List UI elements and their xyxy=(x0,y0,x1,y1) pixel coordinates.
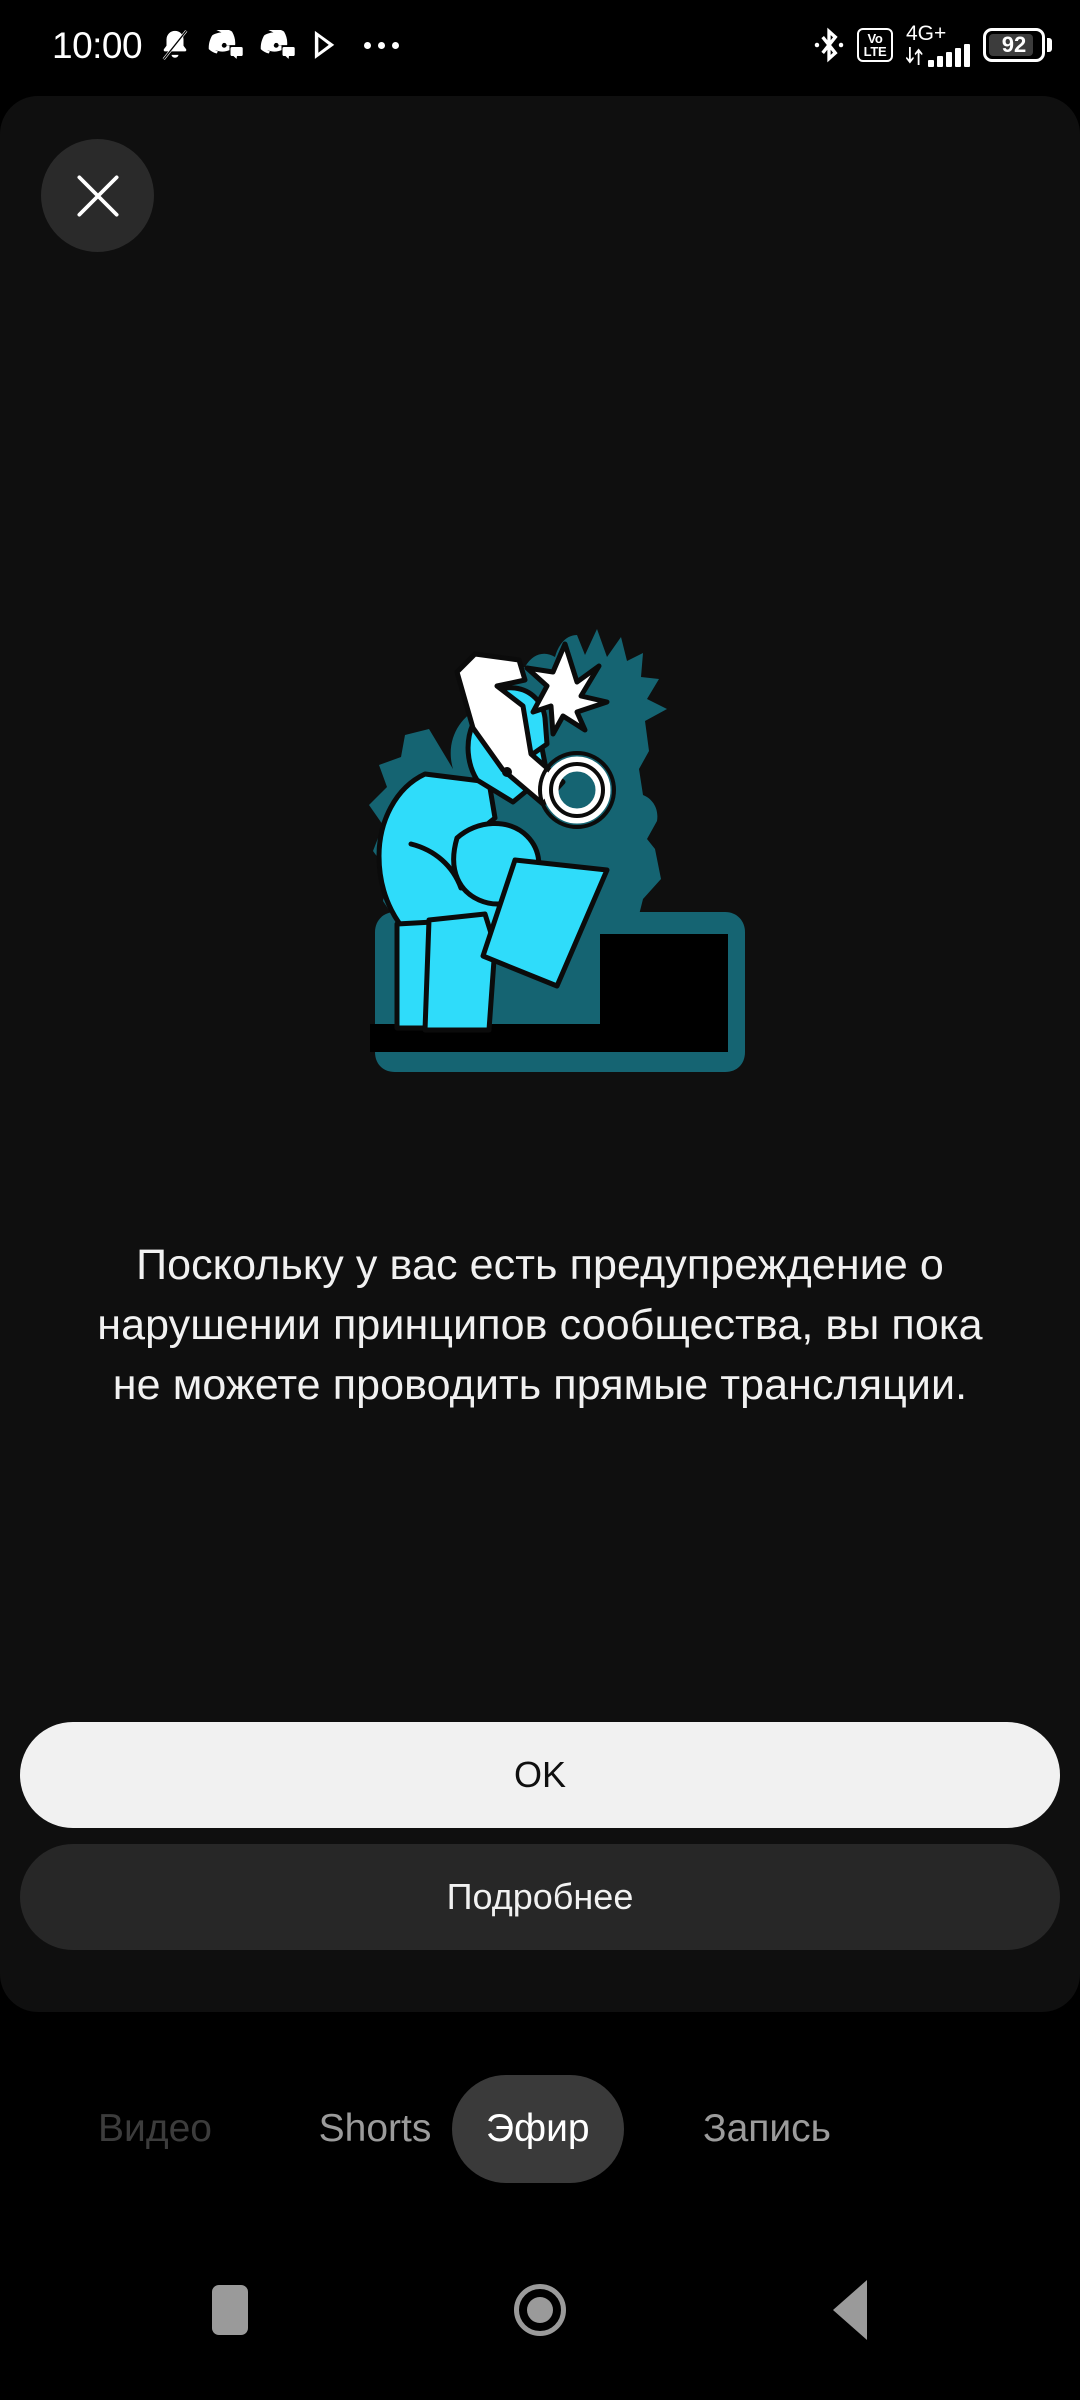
recents-button[interactable] xyxy=(185,2265,275,2355)
volte-icon: Vo LTE xyxy=(857,28,893,62)
phone-screen: 10:00 Vo LTE 4G+ 92 Поскольку у вас есть… xyxy=(0,0,1080,2400)
warning-sheet: Поскольку у вас есть предупреждение о на… xyxy=(0,96,1080,2012)
tab-video[interactable]: Видео xyxy=(70,2075,240,2183)
tab-shorts[interactable]: Shorts xyxy=(290,2075,460,2183)
back-button[interactable] xyxy=(805,2265,895,2355)
close-icon xyxy=(76,174,119,217)
tab-record[interactable]: Запись xyxy=(672,2075,862,2183)
home-circle-icon xyxy=(514,2284,566,2336)
capture-mode-tabs: Видео Shorts Эфир Запись xyxy=(0,2075,1080,2183)
battery-icon: 92 xyxy=(983,28,1052,62)
network-indicator: 4G+ xyxy=(906,23,970,67)
discord-icon xyxy=(208,30,244,60)
status-bar: 10:00 Vo LTE 4G+ 92 xyxy=(0,0,1080,90)
network-type-label: 4G+ xyxy=(906,22,947,45)
signal-bars-icon xyxy=(906,44,970,67)
status-bar-right: Vo LTE 4G+ 92 xyxy=(814,23,1052,67)
back-triangle-icon xyxy=(833,2280,867,2340)
home-button[interactable] xyxy=(495,2265,585,2355)
play-store-icon xyxy=(312,29,338,61)
status-bar-left: 10:00 xyxy=(52,24,400,66)
battery-level-text: 92 xyxy=(1001,32,1027,57)
more-notifications-icon xyxy=(364,41,400,49)
learn-more-button[interactable]: Подробнее xyxy=(20,1844,1060,1950)
person-with-key-illustration xyxy=(325,594,755,1094)
discord-icon xyxy=(260,30,296,60)
ok-button[interactable]: OK xyxy=(20,1722,1060,1828)
bluetooth-icon xyxy=(814,26,844,64)
close-button[interactable] xyxy=(41,139,154,252)
warning-message: Поскольку у вас есть предупреждение о на… xyxy=(97,1241,983,1409)
recents-square-icon xyxy=(212,2285,248,2335)
android-navigation-bar xyxy=(0,2220,1080,2400)
status-time: 10:00 xyxy=(52,24,143,66)
tab-live[interactable]: Эфир xyxy=(452,2075,624,2183)
volte-bottom-text: LTE xyxy=(863,44,887,59)
bell-muted-icon xyxy=(158,27,192,63)
